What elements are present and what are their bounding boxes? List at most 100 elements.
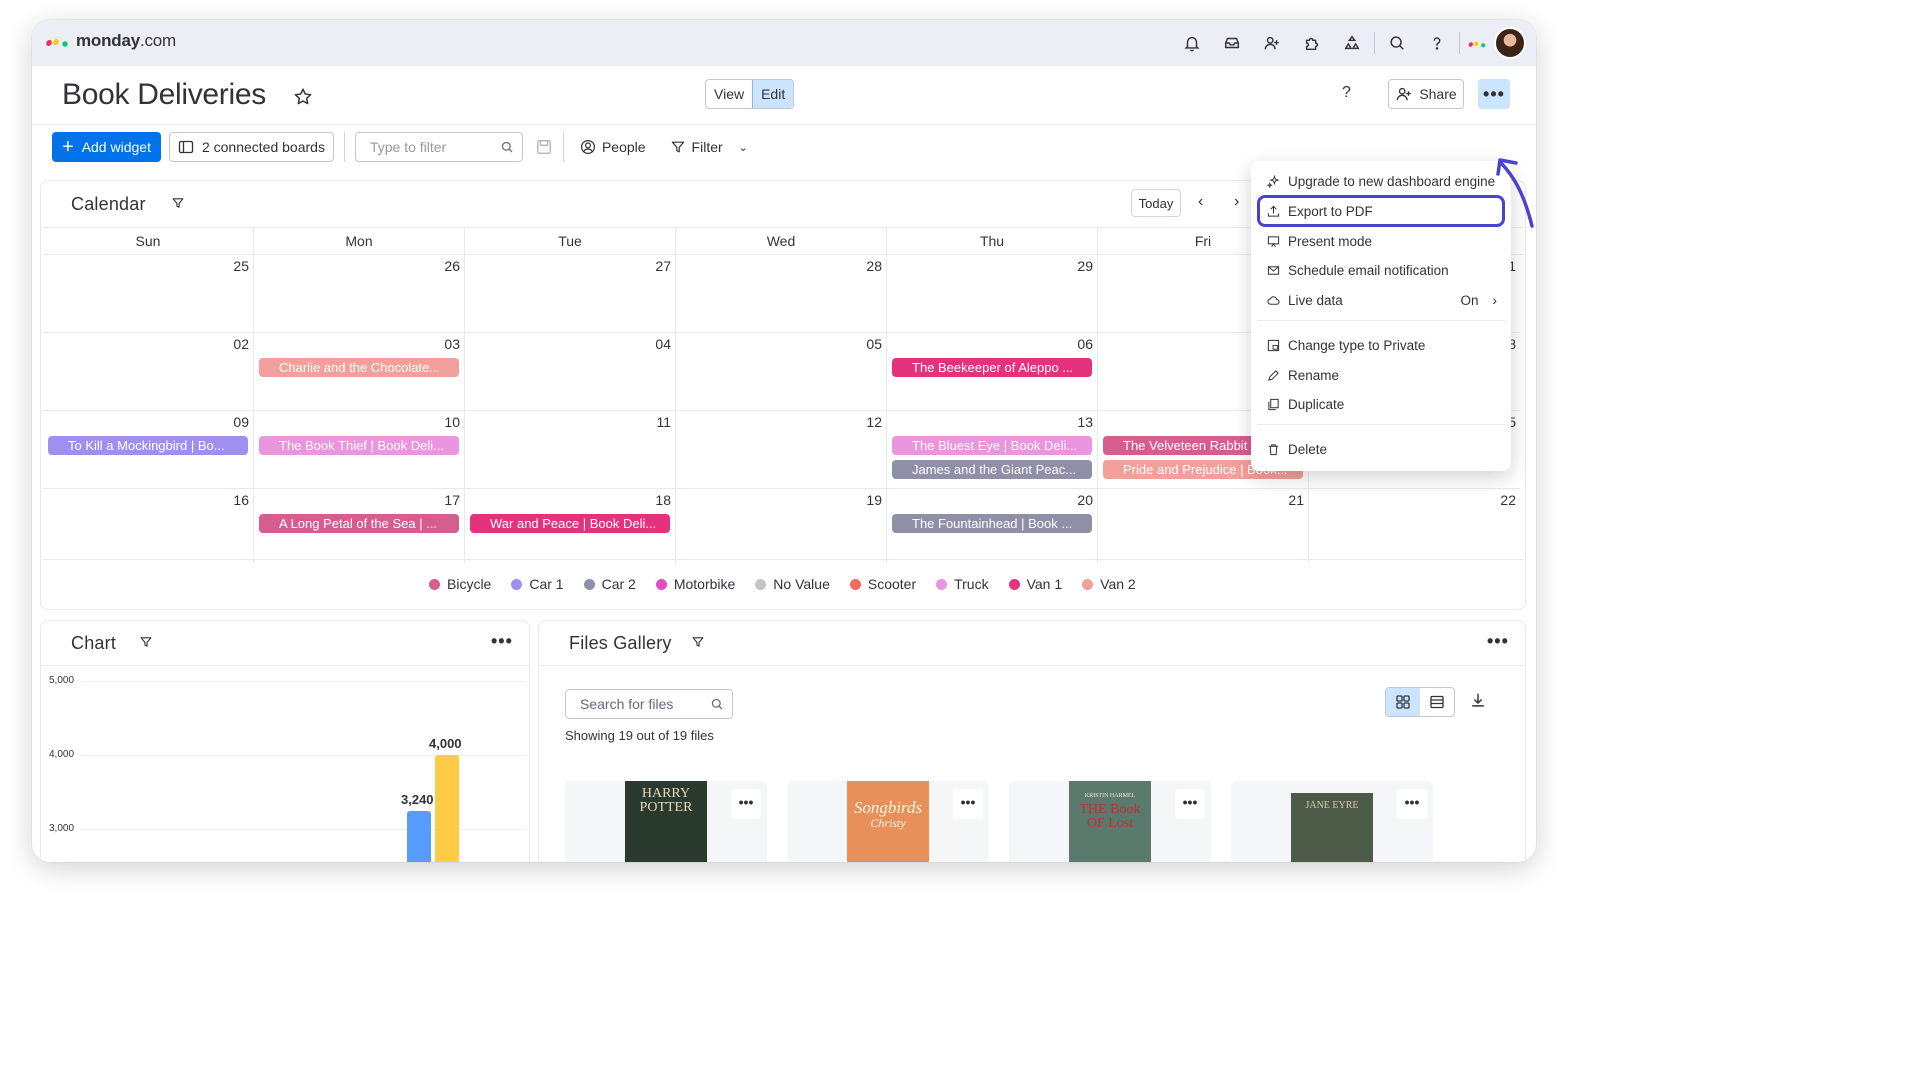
calendar-cell[interactable]: 12 (676, 411, 887, 489)
menu-item-delete[interactable]: Delete (1251, 435, 1511, 463)
live-data-status: On (1460, 292, 1479, 308)
prev-week-icon[interactable]: ‹ (1198, 193, 1203, 211)
calendar-cell[interactable]: 02 (43, 333, 254, 411)
invite-members-icon[interactable] (1252, 27, 1292, 59)
inbox-icon[interactable] (1212, 27, 1252, 59)
file-more-button[interactable]: ••• (1175, 789, 1205, 819)
book-cover-image: KRISTIN HARMEL THE Book OF Lost (1069, 781, 1151, 862)
menu-item-rename[interactable]: Rename (1251, 361, 1511, 389)
edit-mode-button[interactable]: Edit (752, 80, 794, 108)
file-card[interactable]: HARRY POTTER ••• (565, 781, 767, 862)
grid-view-icon[interactable] (1386, 688, 1420, 716)
download-icon[interactable] (1469, 691, 1487, 709)
save-view-icon[interactable] (535, 138, 553, 156)
bar-value-label: 3,240 (401, 792, 434, 808)
grid-line (81, 681, 526, 682)
calendar-event[interactable]: James and the Giant Peac... (892, 460, 1092, 479)
calendar-filter-icon[interactable] (171, 196, 185, 210)
y-tick-label: 3,000 (49, 823, 75, 834)
calendar-cell[interactable]: 04 (465, 333, 676, 411)
more-options-button[interactable]: ••• (1478, 79, 1510, 109)
legend-label: Bicycle (447, 576, 492, 592)
next-week-icon[interactable]: › (1234, 193, 1239, 211)
file-card[interactable]: JANE EYRE ••• (1231, 781, 1433, 862)
calendar-cell[interactable]: 26 (254, 255, 465, 333)
today-button[interactable]: Today (1131, 189, 1181, 217)
files-more-button[interactable]: ••• (1487, 631, 1509, 652)
calendar-title: Calendar (71, 194, 146, 214)
list-view-icon[interactable] (1420, 688, 1454, 716)
connected-boards-button[interactable]: 2 connected boards (168, 132, 334, 162)
user-avatar[interactable] (1494, 27, 1526, 59)
calendar-event[interactable]: Charlie and the Chocolate... (259, 358, 459, 377)
calendar-event[interactable]: The Fountainhead | Book ... (892, 514, 1092, 533)
menu-item-label: Schedule email notification (1288, 262, 1449, 278)
dashboard-help-button[interactable]: ? (1342, 84, 1351, 102)
menu-item-duplicate[interactable]: Duplicate (1251, 390, 1511, 418)
workspace-logo-icon[interactable] (1462, 27, 1492, 59)
live-data-value: On › (1460, 293, 1497, 308)
calendar-cell[interactable]: 25 (43, 255, 254, 333)
type-to-filter-input[interactable]: Type to filter (354, 132, 523, 162)
calendar-cell[interactable]: 03 Charlie and the Chocolate... (254, 333, 465, 411)
chevron-down-icon[interactable]: ⌄ (739, 141, 748, 154)
calendar-cell[interactable]: 21 (1098, 489, 1309, 563)
search-files-input[interactable]: Search for files (565, 689, 733, 719)
calendar-legend: Bicycle Car 1 Car 2 Motorbike No Value S… (429, 576, 1136, 592)
bell-icon[interactable] (1172, 27, 1212, 59)
calendar-event[interactable]: The Book Thief | Book Deli... (259, 436, 459, 455)
calendar-cell[interactable]: 28 (676, 255, 887, 333)
calendar-cell[interactable]: 13 The Bluest Eye | Book Deli... James a… (887, 411, 1098, 489)
calendar-cell[interactable]: 17 A Long Petal of the Sea | ... (254, 489, 465, 563)
menu-item-upgrade[interactable]: Upgrade to new dashboard engine (1251, 167, 1511, 195)
menu-item-present-mode[interactable]: Present mode (1251, 227, 1511, 255)
calendar-cell[interactable]: 09 To Kill a Mockingbird | Bo... (43, 411, 254, 489)
menu-item-change-type[interactable]: Change type to Private (1251, 331, 1511, 359)
search-icon[interactable] (1377, 27, 1417, 59)
menu-item-live-data[interactable]: Live data On › (1251, 286, 1511, 314)
filter-button[interactable]: Filter ⌄ (670, 139, 748, 155)
calendar-cell[interactable]: 19 (676, 489, 887, 563)
chart-bar[interactable] (407, 811, 431, 862)
file-more-button[interactable]: ••• (1397, 789, 1427, 819)
view-mode-button[interactable]: View (706, 80, 752, 108)
help-icon[interactable] (1417, 27, 1457, 59)
apps-icon[interactable] (1292, 27, 1332, 59)
calendar-cell[interactable]: 18 War and Peace | Book Deli... (465, 489, 676, 563)
calendar-cell[interactable]: 16 (43, 489, 254, 563)
file-card[interactable]: KRISTIN HARMEL THE Book OF Lost ••• (1009, 781, 1211, 862)
calendar-cell[interactable]: 10 The Book Thief | Book Deli... (254, 411, 465, 489)
calendar-event[interactable]: War and Peace | Book Deli... (470, 514, 670, 533)
calendar-event[interactable]: A Long Petal of the Sea | ... (259, 514, 459, 533)
book-cover-image: Songbirds Christy (847, 781, 929, 862)
calendar-cell[interactable]: 22 (1309, 489, 1520, 563)
chart-bar[interactable] (435, 755, 459, 862)
menu-item-schedule-email[interactable]: Schedule email notification (1251, 256, 1511, 284)
monday-logo[interactable]: monday.com (44, 31, 176, 51)
calendar-event[interactable]: The Beekeeper of Aleppo ... (892, 358, 1092, 377)
calendar-cell[interactable]: 27 (465, 255, 676, 333)
legend-item: Van 1 (1008, 576, 1062, 592)
integrations-icon[interactable] (1332, 27, 1372, 59)
file-more-button[interactable]: ••• (953, 789, 983, 819)
calendar-event[interactable]: The Bluest Eye | Book Deli... (892, 436, 1092, 455)
calendar-cell[interactable]: 11 (465, 411, 676, 489)
calendar-cell[interactable]: 05 (676, 333, 887, 411)
chart-more-button[interactable]: ••• (491, 631, 513, 652)
file-more-button[interactable]: ••• (731, 789, 761, 819)
chart-filter-icon[interactable] (139, 635, 153, 649)
files-filter-icon[interactable] (691, 635, 705, 649)
people-filter-button[interactable]: People (580, 139, 646, 155)
star-icon[interactable] (292, 86, 314, 108)
view-edit-toggle: View Edit (705, 79, 795, 109)
calendar-event[interactable]: To Kill a Mockingbird | Bo... (48, 436, 248, 455)
share-button[interactable]: Share (1388, 79, 1464, 109)
search-icon (501, 141, 513, 153)
calendar-cell[interactable]: 29 (887, 255, 1098, 333)
calendar-cell[interactable]: 06 The Beekeeper of Aleppo ... (887, 333, 1098, 411)
calendar-cell[interactable]: 20 The Fountainhead | Book ... (887, 489, 1098, 563)
menu-item-label: Delete (1288, 441, 1328, 457)
add-widget-button[interactable]: + Add widget (52, 132, 161, 162)
date-number: 16 (233, 492, 249, 508)
file-card[interactable]: Songbirds Christy ••• (787, 781, 989, 862)
